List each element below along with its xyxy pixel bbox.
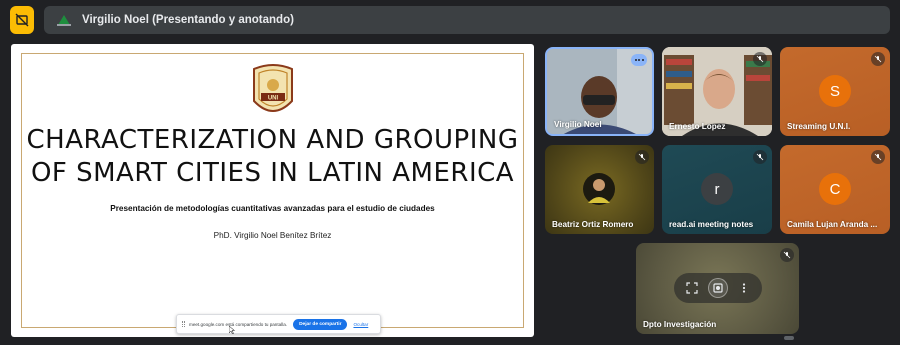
participant-tile[interactable]: C Camila Lujan Aranda ...	[780, 145, 890, 234]
share-message: meet.google.com está compartiendo tu pan…	[189, 321, 288, 327]
screen-share-bar: meet.google.com está compartiendo tu pan…	[176, 314, 381, 334]
present-screen-icon	[57, 15, 71, 26]
muted-mic-icon	[753, 52, 767, 66]
slide-subtitle: Presentación de metodologías cuantitativ…	[110, 204, 435, 213]
pin-button[interactable]	[707, 278, 728, 298]
slide-title-line2: OF SMART CITIES IN LATIN AMERICA	[30, 158, 515, 188]
participant-tile[interactable]: r read.ai meeting notes	[662, 145, 772, 234]
captions-off-button[interactable]	[10, 6, 34, 34]
top-bar: Virgilio Noel (Presentando y anotando)	[10, 6, 890, 34]
scroll-indicator[interactable]	[784, 336, 794, 340]
participant-name: Camila Lujan Aranda ...	[787, 220, 878, 229]
muted-mic-icon	[635, 150, 649, 164]
mouse-cursor-icon	[229, 326, 235, 334]
muted-mic-icon	[780, 248, 794, 262]
frame-button[interactable]	[685, 281, 699, 295]
muted-mic-icon	[753, 150, 767, 164]
participant-tile[interactable]: Virgilio Noel	[545, 47, 654, 136]
more-vert-icon	[743, 283, 746, 293]
participant-name: Streaming U.N.I.	[787, 122, 851, 131]
participant-name: Dpto Investigación	[643, 320, 717, 329]
slide-title-line1: CHARACTERIZATION AND GROUPING	[26, 125, 519, 155]
avatar: S	[819, 75, 851, 107]
participant-tile[interactable]: Beatriz Ortiz Romero	[545, 145, 654, 234]
drag-handle-icon[interactable]	[182, 321, 185, 327]
avatar: C	[819, 173, 851, 205]
slide-author: PhD. Virgilio Noel Benítez Brítez	[213, 231, 332, 240]
muted-mic-icon	[871, 52, 885, 66]
hide-link[interactable]: Ocultar	[353, 322, 368, 327]
logo-text: UNI	[268, 96, 279, 102]
captions-off-icon	[15, 13, 29, 27]
stop-sharing-button[interactable]: Dejar de compartir	[293, 318, 348, 330]
slide-title: CHARACTERIZATION AND GROUPING OF SMART C…	[11, 124, 534, 190]
participant-name: Ernesto Lopez	[669, 122, 726, 131]
more-options-button[interactable]	[737, 281, 751, 295]
participant-tile[interactable]: Ernesto Lopez	[662, 47, 772, 136]
tile-hover-controls	[674, 273, 762, 303]
more-options-button[interactable]	[631, 54, 647, 66]
presenter-title: Virgilio Noel (Presentando y anotando)	[82, 14, 294, 26]
avatar	[583, 173, 615, 205]
presentation-stage[interactable]: UNI CHARACTERIZATION AND GROUPING OF SMA…	[11, 44, 534, 337]
muted-mic-icon	[871, 150, 885, 164]
avatar: r	[701, 173, 733, 205]
pin-icon	[713, 283, 723, 293]
participant-name: read.ai meeting notes	[669, 220, 754, 229]
participant-name: Beatriz Ortiz Romero	[552, 220, 634, 229]
participant-tile[interactable]: Dpto Investigación	[636, 243, 799, 334]
frame-icon	[686, 282, 698, 294]
participant-tile[interactable]: S Streaming U.N.I.	[780, 47, 890, 136]
participant-name: Virgilio Noel	[554, 120, 602, 129]
presenter-banner[interactable]: Virgilio Noel (Presentando y anotando)	[44, 6, 890, 34]
university-logo: UNI	[253, 64, 293, 112]
